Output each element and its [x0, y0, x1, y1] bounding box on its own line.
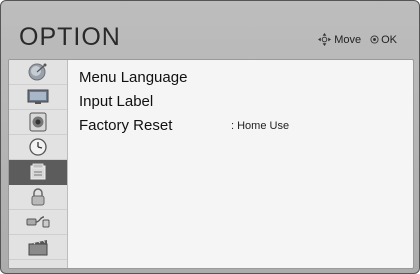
speaker-icon: [29, 112, 47, 132]
menu-item-input-label[interactable]: Input Label: [79, 93, 153, 110]
tab-option[interactable]: [9, 160, 67, 185]
tab-picture[interactable]: [9, 85, 67, 110]
menu-title: OPTION: [19, 23, 121, 51]
tab-audio[interactable]: [9, 110, 67, 135]
monitor-icon: [27, 89, 49, 104]
tab-lock[interactable]: [9, 185, 67, 210]
option-menu-panel: OPTION Move OK Menu Language Input Label…: [0, 0, 420, 274]
four-way-arrow-icon: [318, 33, 332, 46]
move-hint-label: Move: [334, 33, 362, 46]
input-cable-icon: [26, 216, 50, 228]
category-sidebar: [9, 60, 68, 268]
tab-time[interactable]: [9, 135, 67, 160]
satellite-dish-icon: [28, 63, 47, 81]
clock-icon: [29, 138, 47, 156]
tab-channel[interactable]: [9, 60, 67, 85]
ok-hint-label: OK: [381, 33, 397, 46]
menu-item-factory-reset[interactable]: Factory Reset: [79, 117, 172, 134]
menu-item-menu-language[interactable]: Menu Language: [79, 69, 187, 86]
ok-button-icon: [370, 35, 379, 44]
lock-icon: [31, 188, 45, 206]
factory-reset-value: : Home Use: [231, 120, 290, 132]
tab-media[interactable]: [9, 235, 67, 260]
tab-input[interactable]: [9, 210, 67, 235]
menu-header: OPTION Move OK: [1, 1, 419, 57]
navigation-hint: Move OK: [318, 33, 397, 46]
media-player-icon: [28, 240, 48, 256]
option-box-icon: [30, 163, 46, 180]
menu-content: Menu Language Input Label Factory Reset …: [8, 59, 414, 269]
